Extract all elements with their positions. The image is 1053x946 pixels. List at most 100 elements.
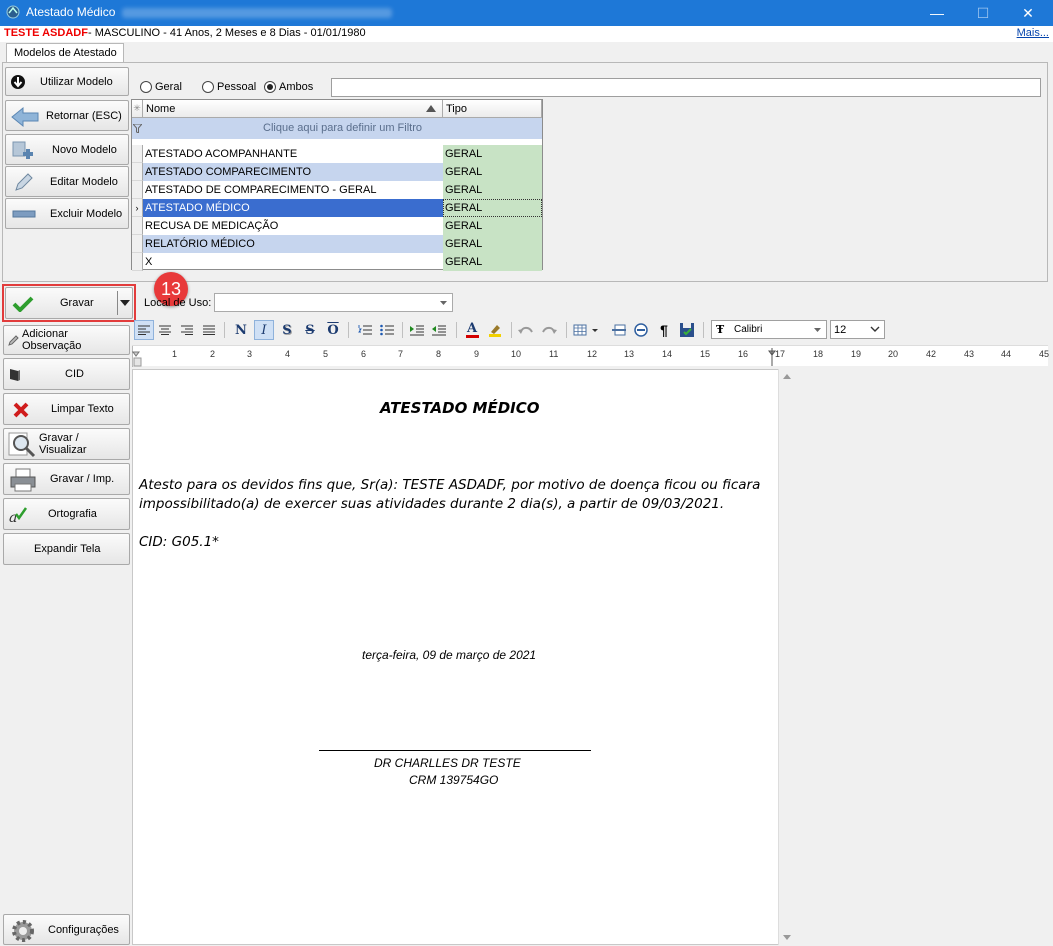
column-header-nome[interactable]: Nome: [143, 100, 443, 118]
retornar-label: Retornar (ESC): [46, 109, 122, 122]
bullet-list-button[interactable]: [378, 320, 396, 340]
cid-label: CID: [65, 368, 84, 380]
scroll-up-icon[interactable]: [783, 374, 791, 379]
table-row[interactable]: ATESTADO ACOMPANHANTE GERAL: [132, 145, 542, 163]
document-crm: CRM 139754GO: [409, 773, 499, 787]
minimize-button[interactable]: —: [914, 0, 960, 26]
table-icon: [573, 324, 598, 336]
dropdown-arrow-icon[interactable]: [120, 300, 130, 306]
local-uso-label: Local de Uso:: [144, 297, 212, 309]
toolbar-separator: [566, 322, 567, 338]
editar-modelo-button[interactable]: Editar Modelo: [5, 166, 129, 197]
column-header-tipo[interactable]: Tipo: [443, 100, 542, 118]
row-name: RECUSA DE MEDICAÇÃO: [145, 220, 279, 232]
radio-pessoal-circle: [202, 81, 214, 93]
indent-increase-icon: [410, 325, 424, 336]
table-row[interactable]: RECUSA DE MEDICAÇÃO GERAL: [132, 217, 542, 235]
adicionar-observacao-button[interactable]: Adicionar Observação: [3, 325, 130, 355]
sort-ascending-icon: [426, 105, 436, 112]
font-color-button[interactable]: A: [463, 320, 481, 340]
column-header-tipo-label: Tipo: [446, 103, 467, 115]
gravar-visualizar-button[interactable]: Gravar / Visualizar: [3, 428, 130, 460]
align-justify-button[interactable]: [200, 320, 218, 340]
table-row[interactable]: X GERAL: [132, 253, 542, 271]
novo-modelo-button[interactable]: Novo Modelo: [5, 134, 129, 165]
align-left-button[interactable]: [134, 320, 154, 340]
document-editor[interactable]: ATESTADO MÉDICO Atesto para os devidos f…: [132, 369, 795, 945]
radio-geral[interactable]: Geral: [140, 81, 182, 93]
bold-button[interactable]: N: [232, 320, 250, 340]
retornar-button[interactable]: Retornar (ESC): [5, 100, 129, 131]
search-input[interactable]: [331, 78, 1041, 97]
radio-ambos[interactable]: Ambos: [264, 81, 313, 93]
highlight-button[interactable]: [486, 320, 504, 340]
page-break-button[interactable]: [610, 320, 628, 340]
radio-geral-circle: [140, 81, 152, 93]
redo-button[interactable]: [540, 320, 558, 340]
grid-corner: ✳: [132, 100, 143, 118]
document-date: terça-feira, 09 de março de 2021: [362, 648, 537, 662]
gravar-imp-button[interactable]: Gravar / Imp.: [3, 463, 130, 495]
scroll-down-icon[interactable]: [783, 935, 791, 940]
align-justify-icon: [203, 325, 215, 335]
truetype-icon: Ŧ: [716, 323, 725, 336]
utilizar-modelo-button[interactable]: Utilizar Modelo: [5, 67, 129, 96]
row-indicator: [132, 181, 143, 199]
plus-icon: [12, 141, 33, 159]
row-type: GERAL: [443, 199, 542, 217]
tab-modelos-de-atestado[interactable]: Modelos de Atestado: [6, 43, 124, 63]
save-document-button[interactable]: [678, 320, 696, 340]
show-formatting-button[interactable]: ¶: [655, 320, 673, 340]
spellcheck-icon: a: [9, 507, 28, 524]
limpar-texto-button[interactable]: Limpar Texto: [3, 393, 130, 425]
floppy-check-icon: [680, 323, 694, 337]
local-uso-select[interactable]: [214, 293, 453, 312]
document-scrollbar[interactable]: [778, 369, 795, 945]
numbered-list-button[interactable]: [356, 320, 374, 340]
grid-filter-row[interactable]: Clique aqui para definir um Filtro: [132, 118, 542, 139]
cid-button[interactable]: CID: [3, 358, 130, 390]
undo-button[interactable]: [517, 320, 535, 340]
more-link[interactable]: Mais...: [1017, 27, 1049, 39]
insert-field-button[interactable]: [632, 320, 650, 340]
indent-increase-button[interactable]: [408, 320, 426, 340]
ruler-label: 8: [436, 349, 442, 359]
table-row[interactable]: RELATÓRIO MÉDICO GERAL: [132, 235, 542, 253]
ruler-label: 15: [700, 349, 711, 359]
align-center-button[interactable]: [156, 320, 174, 340]
font-size-select[interactable]: 12: [830, 320, 885, 339]
excluir-modelo-button[interactable]: Excluir Modelo: [5, 198, 129, 229]
italic-button[interactable]: I: [254, 320, 274, 340]
table-row-selected[interactable]: › ATESTADO MÉDICO GERAL: [132, 199, 542, 217]
ruler-label: 18: [813, 349, 824, 359]
insert-table-button[interactable]: [572, 320, 600, 340]
align-right-button[interactable]: [178, 320, 196, 340]
toolbar-separator: [402, 322, 403, 338]
overline-button[interactable]: O: [324, 320, 342, 340]
table-row[interactable]: ATESTADO COMPARECIMENTO GERAL: [132, 163, 542, 181]
close-button[interactable]: ✕: [1005, 0, 1051, 26]
redo-icon: [542, 326, 557, 334]
arrow-left-icon: [11, 106, 39, 128]
strikethrough-button[interactable]: S: [301, 320, 319, 340]
ruler-label: 44: [1001, 349, 1012, 359]
configuracoes-button[interactable]: Configurações: [3, 914, 130, 945]
gravar-button[interactable]: Gravar: [5, 287, 133, 319]
ortografia-button[interactable]: a Ortografia: [3, 498, 130, 530]
maximize-button[interactable]: ☐: [960, 0, 1006, 26]
expandir-tela-button[interactable]: Expandir Tela: [3, 533, 130, 565]
ruler-label: 12: [587, 349, 598, 359]
filter-icon: [133, 124, 142, 133]
row-name: X: [145, 256, 153, 268]
shadow-button[interactable]: S: [278, 320, 296, 340]
toolbar-separator: [703, 322, 704, 338]
undo-icon: [518, 326, 533, 334]
clock-field-icon: [634, 323, 648, 337]
indent-decrease-button[interactable]: [430, 320, 448, 340]
arrow-down-circle-icon: [11, 75, 25, 89]
ruler-label: 6: [361, 349, 367, 359]
ruler[interactable]: 1 2 3 4 5 6 7 8 9 10 11 12 13 14 15 16 17 18 19 20 42 43 44 45: [131, 345, 1049, 367]
font-family-select[interactable]: Ŧ Calibri: [711, 320, 827, 339]
radio-pessoal[interactable]: Pessoal: [202, 81, 256, 93]
table-row[interactable]: ATESTADO DE COMPARECIMENTO - GERAL GERAL: [132, 181, 542, 199]
